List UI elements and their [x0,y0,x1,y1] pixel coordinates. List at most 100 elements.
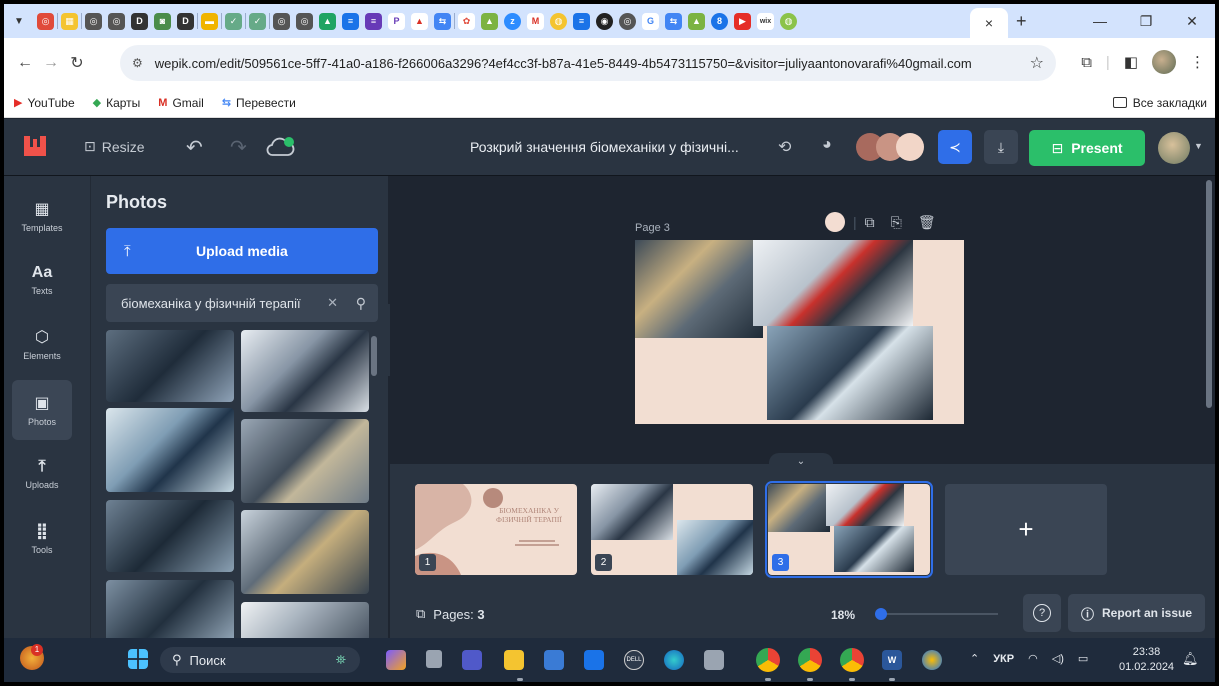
tab-favicon-icon[interactable]: ▦ [61,12,78,30]
taskbar-search-input[interactable]: ⚲ Поиск ⛯ [160,647,360,673]
tab-favicon-icon[interactable]: ◙ [154,12,171,30]
photo-thumbnail[interactable] [106,580,234,638]
profile-avatar[interactable] [1152,50,1176,74]
tab-favicon-icon[interactable]: ▶ [734,12,751,30]
add-page-icon[interactable]: ⎘ [891,214,902,231]
help-button[interactable]: ? [1023,594,1061,632]
photo-thumbnail[interactable] [241,602,369,638]
tab-favicon-icon[interactable]: ▲ [688,12,705,30]
site-info-icon[interactable]: ⚙ [132,56,143,70]
pages-count[interactable]: ⧉ Pages: 3 [416,606,485,622]
windows-start-icon[interactable] [128,649,148,669]
slide-photo[interactable] [767,326,933,420]
photo-thumbnail[interactable] [106,330,234,402]
wepik-logo-icon[interactable] [22,133,48,159]
chevron-up-icon[interactable]: ⌃ [970,652,979,665]
slide-photo[interactable] [753,240,913,326]
active-tab[interactable]: × [970,8,1008,38]
tab-favicon-icon[interactable]: ✓ [225,12,242,30]
clock[interactable]: 23:38 01.02.2024 [1119,645,1174,675]
tab-favicon-icon[interactable]: G [642,12,659,30]
tab-favicon-icon[interactable]: ✓ [249,12,266,30]
download-button[interactable]: ⤓ [984,130,1018,164]
tab-favicon-icon[interactable]: ▲ [481,12,498,30]
history-icon[interactable]: ⟲ [778,137,791,157]
delete-page-icon[interactable]: 🗑 [918,214,936,231]
chrome-icon[interactable] [798,648,822,672]
pages-panel-toggle[interactable]: ⌄ [769,453,833,469]
volume-icon[interactable]: ◁) [1052,652,1064,665]
rail-item-templates[interactable]: ▦ Templates [12,186,72,246]
rail-item-photos[interactable]: ▣ Photos [12,380,72,440]
minimize-icon[interactable]: — [1077,4,1123,38]
photo-thumbnail[interactable] [241,419,369,503]
present-button[interactable]: ⊟ Present [1029,130,1145,166]
back-icon[interactable]: ← [12,54,38,72]
tab-favicon-icon[interactable]: D [177,12,194,30]
rail-item-uploads[interactable]: ⤒ Uploads [12,444,72,504]
tab-favicon-icon[interactable]: P [388,12,405,30]
bookmark-maps[interactable]: ◆ Карты [93,96,141,110]
tab-favicon-icon[interactable]: z [504,12,521,30]
bookmark-gmail[interactable]: M Gmail [158,96,204,110]
clear-search-icon[interactable]: ✕ [327,295,338,311]
mail-icon[interactable] [584,650,604,670]
all-bookmarks[interactable]: Все закладки [1112,96,1207,110]
tab-favicon-icon[interactable]: M [527,12,544,30]
app-icon[interactable] [386,650,406,670]
dell-icon[interactable]: DELL [624,650,644,670]
slide-photo[interactable] [635,240,763,338]
chrome-icon[interactable] [840,648,864,672]
bookmark-youtube[interactable]: ▶ YouTube [14,96,75,110]
tab-favicon-icon[interactable]: ▬ [201,12,218,30]
tab-favicon-icon[interactable]: ◍ [780,12,797,30]
extensions-icon[interactable]: ⧉ [1081,54,1092,71]
duplicate-page-icon[interactable]: ⧉ [865,214,875,231]
rail-item-texts[interactable]: Aa Texts [12,250,72,310]
add-page-button[interactable]: + [945,484,1107,575]
tab-close-icon[interactable]: × [985,15,993,31]
zoom-slider[interactable] [875,608,998,620]
report-issue-button[interactable]: ⓘ Report an issue [1068,594,1205,632]
tab-favicon-icon[interactable]: ⇆ [434,12,451,30]
camera-icon[interactable] [704,650,724,670]
share-button[interactable]: ≺ [938,130,972,164]
chrome-icon[interactable] [756,648,780,672]
tab-favicon-icon[interactable]: ▲ [319,12,336,30]
new-tab-button[interactable]: + [1016,11,1027,32]
word-icon[interactable]: W [882,650,902,670]
tab-favicon-icon[interactable]: ◎ [296,12,313,30]
page-background-color[interactable] [825,212,845,232]
resize-button[interactable]: ⊡ Resize [84,138,145,155]
canvas-scrollbar[interactable] [1206,180,1212,408]
reload-icon[interactable]: ↻ [64,53,90,73]
wifi-icon[interactable]: ◠ [1028,652,1038,665]
tab-favicon-icon[interactable]: ≡ [365,12,382,30]
search-icon[interactable]: ⚲ [356,295,366,312]
cloud-saved-icon[interactable] [266,136,296,158]
rail-item-tools[interactable]: ⣿ Tools [12,508,72,568]
tab-favicon-icon[interactable]: wix [757,12,774,30]
page-thumbnail-1[interactable]: БІОМЕХАНІКА У ФІЗИЧНІЙ ТЕРАПІЇ 1 [415,484,577,575]
slide-canvas[interactable] [635,240,964,424]
tab-favicon-icon[interactable]: ≡ [573,12,590,30]
collaborator-avatars[interactable] [856,133,924,161]
bookmark-translate[interactable]: ⇆ Перевести [222,96,296,110]
battery-icon[interactable]: ▭ [1078,652,1088,665]
photo-thumbnail[interactable] [241,510,369,594]
redo-icon[interactable]: ↷ [230,135,247,160]
rail-item-elements[interactable]: ⬡ Elements [12,314,72,374]
tab-favicon-icon[interactable]: D [131,12,148,30]
bookmark-star-icon[interactable]: ☆ [1030,53,1044,73]
forward-icon[interactable]: → [38,54,64,72]
task-view-icon[interactable] [426,650,442,668]
restore-icon[interactable]: ❐ [1123,4,1169,38]
paint-icon[interactable] [922,650,942,670]
tab-favicon-icon[interactable]: ◎ [273,12,290,30]
tab-favicon-icon[interactable]: ◎ [85,12,102,30]
tab-favicon-icon[interactable]: ◍ [550,12,567,30]
tab-favicon-icon[interactable]: ≡ [342,12,359,30]
document-title[interactable]: Розкрий значення біомеханіки у фізичні..… [470,139,739,155]
store-icon[interactable] [544,650,564,670]
side-panel-icon[interactable]: ◧ [1124,53,1138,71]
